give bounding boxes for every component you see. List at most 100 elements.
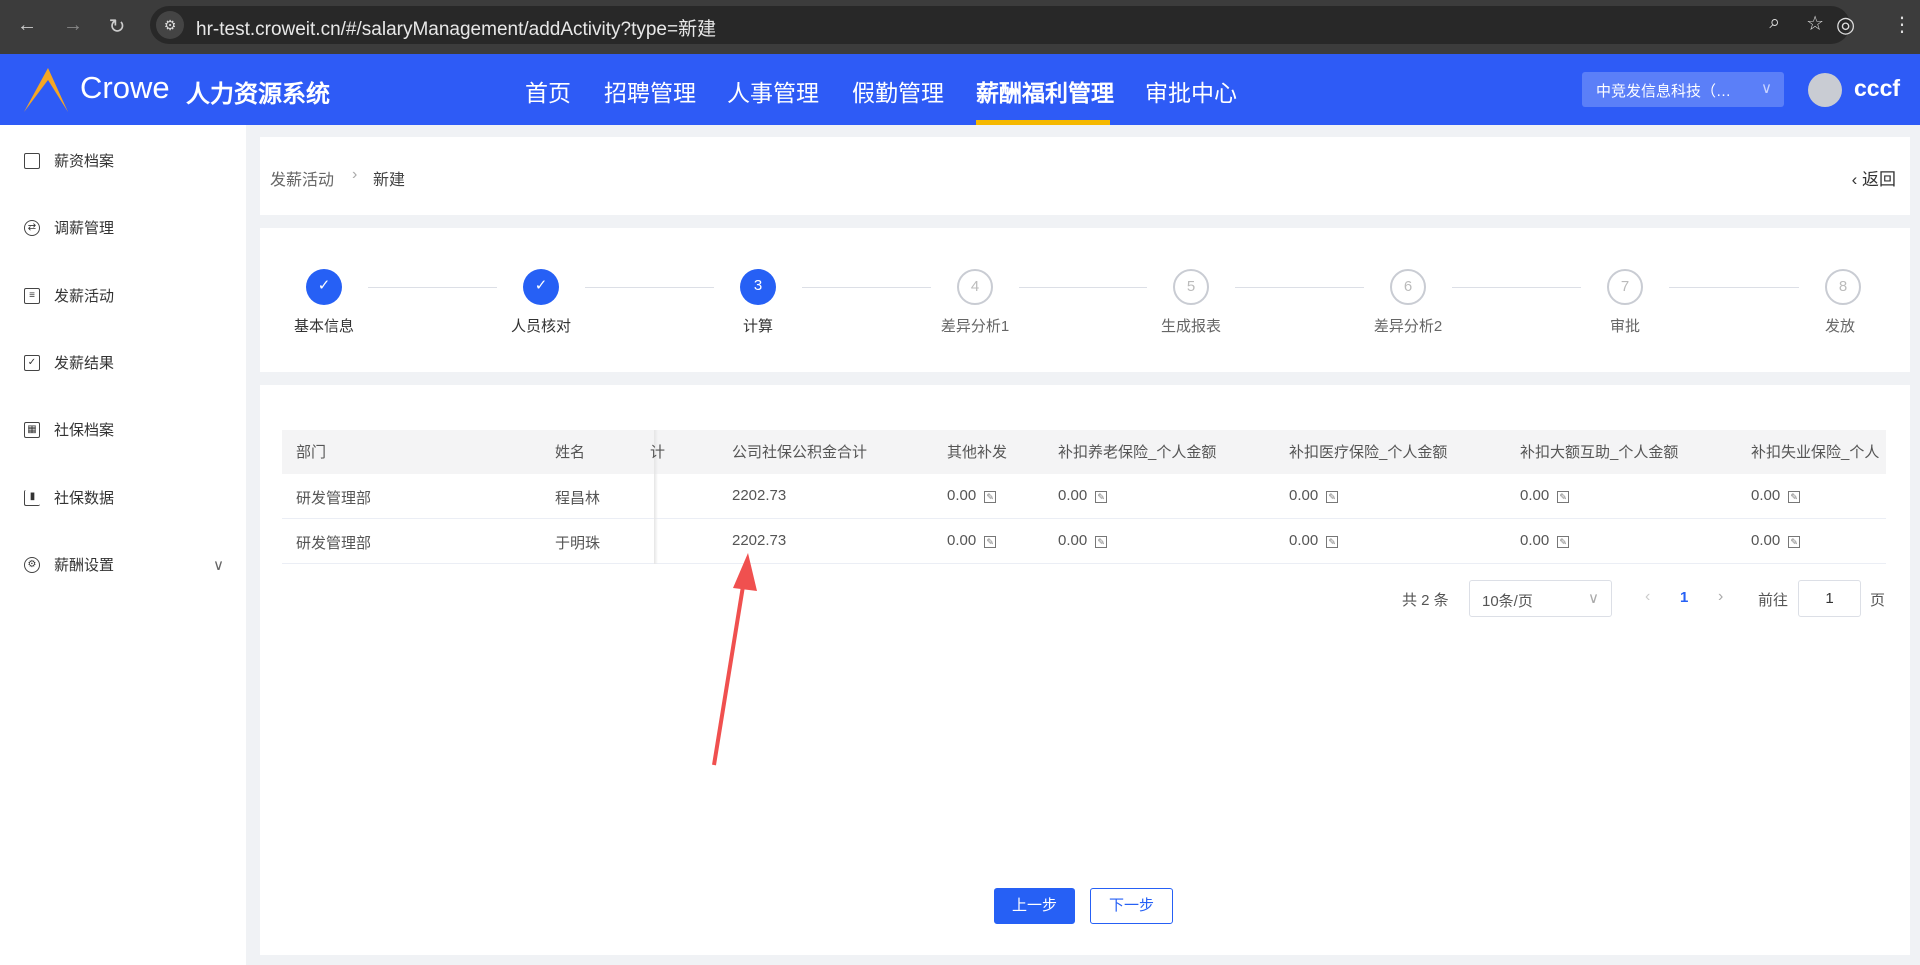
edit-icon[interactable]: ✎ <box>984 491 997 503</box>
step-number: 6 <box>1390 269 1426 305</box>
column-header: 姓名 <box>555 444 586 461</box>
back-button[interactable]: ‹ 返回 <box>1852 165 1896 190</box>
active-nav-indicator <box>976 120 1110 125</box>
sidebar-item-results[interactable]: ✓ 发薪结果 <box>24 352 114 373</box>
step-connector <box>1235 287 1364 288</box>
cell-value: 研发管理部 <box>296 490 372 507</box>
prev-step-button[interactable]: 上一步 <box>994 888 1075 924</box>
label: 发薪结果 <box>54 355 115 372</box>
table-cell[interactable]: 0.00 ✎ <box>1289 487 1339 504</box>
cell-value: 研发管理部 <box>296 535 372 552</box>
table-cell[interactable]: 0.00 ✎ <box>1751 487 1801 504</box>
label: 调薪管理 <box>54 220 115 237</box>
edit-icon[interactable]: ✎ <box>1095 536 1108 548</box>
table-cell: 于明珠 <box>555 532 600 553</box>
sidebar-item-salary-files[interactable]: 薪资档案 <box>24 150 114 171</box>
table-cell[interactable]: 0.00 ✎ <box>947 532 997 549</box>
company-name: 中竞发信息科技（… <box>1596 83 1732 100</box>
breadcrumb-current: 新建 <box>373 172 406 189</box>
back-icon[interactable]: ← <box>14 14 40 37</box>
brand-name: Crowe <box>80 70 170 105</box>
cell-value: 0.00 <box>1751 487 1781 504</box>
goto-page-input[interactable]: 1 <box>1798 580 1861 617</box>
step-number: 5 <box>1173 269 1209 305</box>
edit-icon[interactable]: ✎ <box>1788 536 1801 548</box>
table-cell[interactable]: 0.00 ✎ <box>1520 532 1570 549</box>
column-header: 公司社保公积金合计 <box>732 444 868 461</box>
column-header: 其他补发 <box>947 444 1008 461</box>
row-divider <box>282 563 1886 564</box>
forward-icon[interactable]: → <box>60 14 86 37</box>
step-label: 计算 <box>742 318 774 335</box>
table-cell[interactable]: 0.00 ✎ <box>947 487 997 504</box>
menu-icon[interactable]: ⋮ <box>1892 12 1912 37</box>
cell-value: 0.00 <box>1289 487 1319 504</box>
page-1[interactable]: 1 <box>1680 589 1688 606</box>
table-cell[interactable]: 0.00 ✎ <box>1058 532 1108 549</box>
sidebar-item-activity[interactable]: ≡ 发薪活动 <box>24 285 114 306</box>
sidebar-item-social-files[interactable]: ▦ 社保档案 <box>24 419 114 440</box>
step-number: 4 <box>957 269 993 305</box>
company-select[interactable]: 中竞发信息科技（… ∨ <box>1582 72 1784 107</box>
next-page-icon[interactable]: › <box>1718 588 1723 606</box>
zoom-icon[interactable]: ⌕ <box>1769 12 1780 34</box>
column-header: 补扣大额互助_个人金额 <box>1520 444 1679 461</box>
edit-icon[interactable]: ✎ <box>1788 491 1801 503</box>
next-step-button[interactable]: 下一步 <box>1090 888 1173 924</box>
edit-icon[interactable]: ✎ <box>984 536 997 548</box>
nav-salary[interactable]: 薪酬福利管理 <box>976 74 1114 108</box>
nav-recruitment[interactable]: 招聘管理 <box>604 74 696 108</box>
app-header: Crowe 人力资源系统 首页 招聘管理 人事管理 假勤管理 薪酬福利管理 审批… <box>0 54 1920 125</box>
step-label: 发放 <box>1824 318 1856 335</box>
sidebar-item-social-data[interactable]: ▮ 社保数据 <box>24 487 114 508</box>
table-cell[interactable]: 0.00 ✎ <box>1751 532 1801 549</box>
step-connector <box>1669 287 1799 288</box>
label: 社保数据 <box>54 490 115 507</box>
steps-card <box>260 228 1910 372</box>
chevron-down-icon: ∨ <box>1761 80 1772 97</box>
nav-approval[interactable]: 审批中心 <box>1145 74 1237 108</box>
address-bar[interactable]: ⚙ hr-test.croweit.cn/#/salaryManagement/… <box>150 6 1850 44</box>
column-header: 部门 <box>296 444 327 461</box>
nav-attendance[interactable]: 假勤管理 <box>852 74 944 108</box>
step-number: 7 <box>1607 269 1643 305</box>
column-header: 计 <box>650 444 666 461</box>
cell-value: 2202.73 <box>732 487 787 504</box>
breadcrumb-parent[interactable]: 发薪活动 <box>270 166 334 190</box>
reload-icon[interactable]: ↻ <box>104 14 130 39</box>
step-connector <box>585 287 714 288</box>
grid-icon: ▦ <box>24 421 40 438</box>
cell-value: 0.00 <box>947 487 977 504</box>
chevron-down-icon: ∨ <box>1588 590 1599 607</box>
edit-icon[interactable]: ✎ <box>1557 491 1570 503</box>
site-settings-icon[interactable]: ⚙ <box>156 11 184 39</box>
sidebar-item-settings[interactable]: ⚙ 薪酬设置 ∨ <box>24 554 224 575</box>
column-header: 补扣养老保险_个人金额 <box>1058 444 1217 461</box>
step-label: 差异分析2 <box>1373 318 1443 335</box>
table-cell[interactable]: 0.00 ✎ <box>1520 487 1570 504</box>
row-divider <box>282 518 1886 519</box>
table-cell[interactable]: 0.00 ✎ <box>1058 487 1108 504</box>
cell-value: 0.00 <box>1058 487 1088 504</box>
table-cell[interactable]: 0.00 ✎ <box>1289 532 1339 549</box>
step-connector <box>368 287 497 288</box>
cell-value: 0.00 <box>1520 532 1550 549</box>
sidebar-item-adjust[interactable]: ⇄ 调薪管理 <box>24 217 114 238</box>
gear-icon: ⚙ <box>24 556 40 573</box>
profile-icon[interactable]: ◎ <box>1836 12 1855 38</box>
nav-hr[interactable]: 人事管理 <box>727 74 819 108</box>
edit-icon[interactable]: ✎ <box>1557 536 1570 548</box>
username[interactable]: cccf <box>1854 75 1900 102</box>
url-text[interactable]: hr-test.croweit.cn/#/salaryManagement/ad… <box>196 14 716 41</box>
label: 发薪活动 <box>54 288 115 305</box>
avatar[interactable] <box>1808 73 1842 107</box>
edit-icon[interactable]: ✎ <box>1095 491 1108 503</box>
bookmark-star-icon[interactable]: ☆ <box>1806 11 1824 36</box>
edit-icon[interactable]: ✎ <box>1326 536 1339 548</box>
prev-page-icon[interactable]: ‹ <box>1645 588 1650 606</box>
nav-home[interactable]: 首页 <box>525 74 571 108</box>
cell-value: 程昌林 <box>555 490 601 507</box>
cell-value: 0.00 <box>1751 532 1781 549</box>
page-size-select[interactable]: 10条/页 ∨ <box>1469 580 1612 617</box>
edit-icon[interactable]: ✎ <box>1326 491 1339 503</box>
